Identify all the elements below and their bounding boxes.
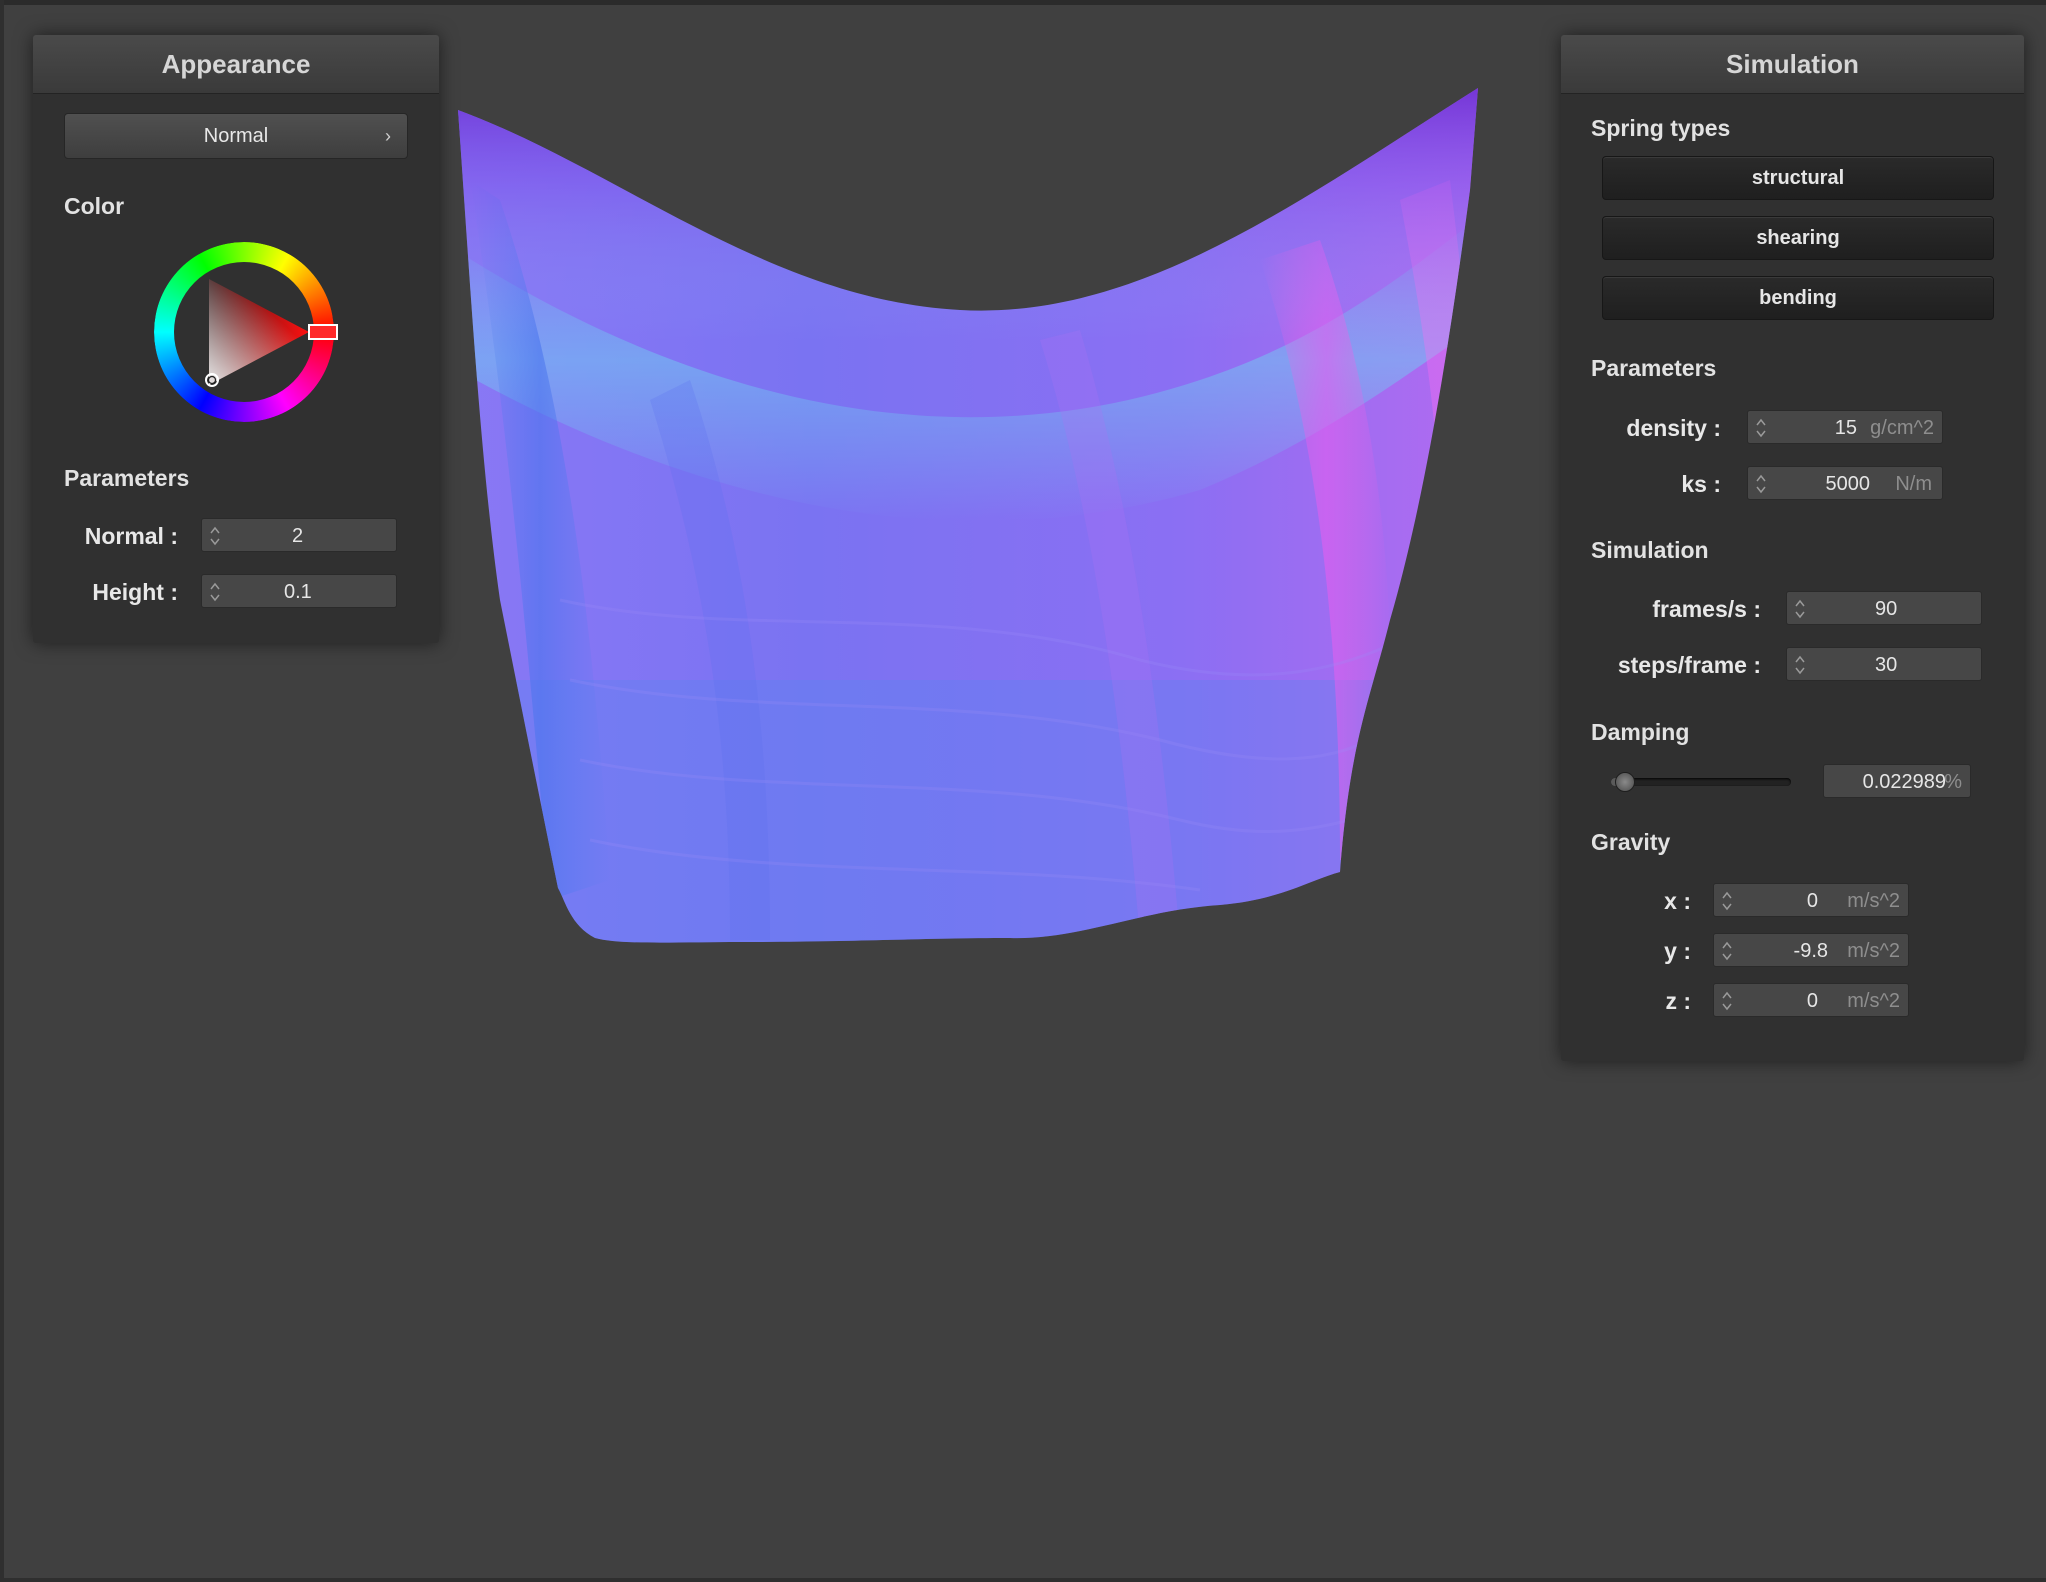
damping-unit: % [1944, 771, 1962, 793]
spin-arrows-icon[interactable] [1793, 651, 1807, 679]
gravity-x-unit: m/s^2 [1847, 890, 1900, 912]
spin-arrows-icon[interactable] [1720, 987, 1734, 1015]
bending-toggle[interactable]: bending [1602, 276, 1994, 320]
appearance-panel-title[interactable]: Appearance [33, 35, 439, 94]
frames-value: 90 [1875, 598, 1898, 620]
spin-arrows-icon[interactable] [1754, 470, 1768, 498]
color-wheel-icon[interactable] [149, 237, 339, 427]
gravity-x-input[interactable]: 0 m/s^2 [1713, 883, 1909, 917]
spin-arrows-icon[interactable] [1720, 887, 1734, 915]
frames-input[interactable]: 90 [1786, 591, 1982, 625]
frames-label: frames/s : [1652, 596, 1761, 622]
simulation-panel-title[interactable]: Simulation [1561, 35, 2024, 94]
shader-select-value: Normal [203, 125, 269, 147]
ks-label: ks : [1681, 471, 1721, 497]
density-input[interactable]: 15 g/cm^2 [1747, 410, 1943, 444]
gravity-y-value: -9.8 [1793, 940, 1828, 962]
spin-arrows-icon[interactable] [208, 522, 222, 550]
density-value: 15 [1834, 417, 1857, 439]
normal-label: Normal : [84, 523, 178, 549]
structural-toggle[interactable]: structural [1602, 156, 1994, 200]
shearing-toggle[interactable]: shearing [1602, 216, 1994, 260]
height-label: Height : [92, 579, 178, 605]
ks-value: 5000 [1825, 473, 1871, 495]
spin-arrows-icon[interactable] [1793, 595, 1807, 623]
ks-unit: N/m [1895, 473, 1932, 495]
gravity-y-label: y : [1664, 938, 1691, 964]
shader-select[interactable]: Normal › [64, 113, 408, 159]
normal-input[interactable]: 2 [201, 518, 397, 552]
damping-slider[interactable] [1611, 772, 1791, 792]
cloth-viewport[interactable] [440, 80, 1500, 950]
steps-label: steps/frame : [1617, 652, 1761, 678]
chevron-right-icon: › [385, 126, 391, 146]
spin-arrows-icon[interactable] [208, 578, 222, 606]
damping-value: 0.022989 [1862, 771, 1946, 793]
gravity-y-input[interactable]: -9.8 m/s^2 [1713, 933, 1909, 967]
density-unit: g/cm^2 [1870, 417, 1934, 439]
appearance-parameters-label: Parameters [64, 465, 190, 491]
height-value: 0.1 [284, 581, 312, 603]
gravity-z-unit: m/s^2 [1847, 990, 1900, 1012]
gravity-x-label: x : [1664, 888, 1691, 914]
simulation-parameters-label: Parameters [1591, 355, 1717, 381]
damping-slider-knob[interactable] [1614, 772, 1635, 792]
normal-value: 2 [292, 525, 304, 547]
gravity-label: Gravity [1591, 829, 1671, 855]
spin-arrows-icon[interactable] [1754, 414, 1768, 442]
simulation-section-label: Simulation [1591, 537, 1709, 563]
height-input[interactable]: 0.1 [201, 574, 397, 608]
simulation-panel: Simulation Spring types structural shear… [1561, 35, 2024, 1061]
color-label: Color [64, 193, 125, 219]
gravity-z-label: z : [1665, 988, 1691, 1014]
gravity-y-unit: m/s^2 [1847, 940, 1900, 962]
spin-arrows-icon[interactable] [1720, 937, 1734, 965]
damping-input[interactable]: 0.022989 % [1823, 764, 1971, 798]
density-label: density : [1626, 415, 1721, 441]
steps-value: 30 [1875, 654, 1898, 676]
gravity-z-value: 0 [1806, 990, 1818, 1012]
ks-input[interactable]: 5000 N/m [1747, 466, 1943, 500]
gravity-x-value: 0 [1806, 890, 1818, 912]
appearance-panel: Appearance Normal › Color Parameters Nor… [33, 35, 439, 643]
gravity-z-input[interactable]: 0 m/s^2 [1713, 983, 1909, 1017]
spring-types-label: Spring types [1591, 115, 1731, 141]
damping-slider-track [1611, 778, 1791, 786]
steps-input[interactable]: 30 [1786, 647, 1982, 681]
damping-label: Damping [1591, 719, 1690, 745]
